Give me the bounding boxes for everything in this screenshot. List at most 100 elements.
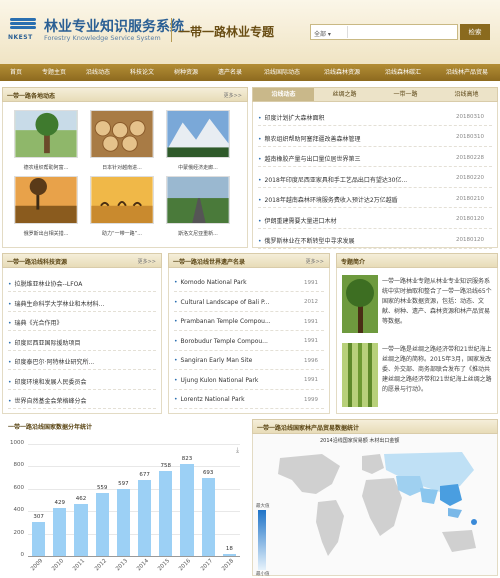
heritage-item[interactable]: • Sangiran Early Man Site: [174, 357, 294, 364]
search-box: 全部 ▾: [310, 24, 458, 40]
news-title[interactable]: 2018年印度尼西亚家具和手工艺品出口有望达30亿...: [265, 177, 408, 184]
news-title[interactable]: 粮农组织帮助阿塞拜疆改善森林管理: [265, 136, 361, 143]
nav-papers[interactable]: 科技论文: [120, 64, 164, 81]
news-title[interactable]: 俄罗斯林业在不断转型中寻求发展: [265, 238, 355, 245]
more-link[interactable]: 更多>>: [138, 258, 156, 265]
nav-topic-home[interactable]: 专题主页: [32, 64, 76, 81]
bar-value-label: 429: [54, 499, 66, 506]
heritage-name[interactable]: Lorentz National Park: [181, 396, 245, 403]
search-scope-select[interactable]: 全部 ▾: [314, 29, 331, 38]
bullet-icon: •: [258, 217, 262, 225]
download-icon[interactable]: ⤓: [236, 446, 239, 455]
heritage-item[interactable]: • Prambanan Temple Compou...: [174, 318, 294, 325]
bullet-icon: •: [8, 339, 12, 347]
more-link[interactable]: 更多>>: [224, 92, 242, 99]
search-input[interactable]: [347, 26, 455, 38]
news-title[interactable]: 伊朗重建需要大量进口木材: [265, 218, 337, 225]
tech-resource-item[interactable]: • 瑞典《光合作用》: [8, 318, 158, 327]
news-photo[interactable]: [90, 110, 154, 158]
nav-heritage[interactable]: 遗产名录: [208, 64, 252, 81]
tech-resource-item[interactable]: • 瑞典生命科学大学林业和木材科...: [8, 299, 158, 308]
bar-2014[interactable]: [138, 480, 152, 556]
news-caption[interactable]: 斯洛文尼亚重新...: [163, 230, 233, 237]
bar-2012[interactable]: [95, 493, 109, 556]
tab-news-item[interactable]: • 俄罗斯林业在不断转型中寻求发展: [258, 236, 448, 245]
row-divider: [174, 388, 324, 390]
news-title[interactable]: 印度计划扩大森林面积: [265, 115, 325, 122]
world-map[interactable]: [262, 446, 492, 574]
resource-title[interactable]: 印度泰巴尔·阿特林业研究所...: [15, 359, 95, 366]
bar-value-label: 559: [96, 485, 108, 492]
y-tick-label: 400: [13, 507, 25, 514]
nav-home[interactable]: 首页: [0, 64, 32, 81]
resource-title[interactable]: 瑞典生命科学大学林业和木材科...: [15, 301, 105, 308]
news-photo[interactable]: [166, 176, 230, 224]
tech-resource-item[interactable]: • 印度环境和发展人民委员会: [8, 377, 158, 386]
row-divider: [174, 349, 324, 351]
news-caption[interactable]: 德农组织帮助阿富...: [11, 164, 81, 171]
heritage-name[interactable]: Borobudur Temple Compou...: [181, 338, 268, 345]
news-title[interactable]: 2018年越南森林环境服务费收入预计达2万亿越盾: [265, 197, 398, 204]
tech-resource-item[interactable]: • 世界自然基金会荣格峰分会: [8, 396, 158, 405]
panel-title: 一带一路沿线科技资源: [7, 259, 68, 266]
bar-2011[interactable]: [74, 504, 88, 556]
news-caption[interactable]: 俄罗斯出台相关措...: [11, 230, 81, 237]
more-link[interactable]: 更多>>: [306, 258, 324, 265]
heritage-name[interactable]: Ujung Kulon National Park: [181, 377, 259, 384]
heritage-name[interactable]: Cultural Landscape of Bali P...: [181, 299, 270, 306]
tab-news-item[interactable]: • 2018年印度尼西亚家具和手工艺品出口有望达30亿...: [258, 175, 448, 184]
map-legend-scale[interactable]: [258, 510, 266, 570]
nav-forest[interactable]: 沿线森林资源: [312, 64, 372, 81]
news-photo[interactable]: [14, 176, 78, 224]
resource-title[interactable]: 印度尼西亚国际援助项目: [15, 340, 81, 347]
resource-title[interactable]: 拉脱维亚林业协会--LFOA: [15, 281, 83, 288]
news-caption[interactable]: 助力“一带一路”...: [87, 230, 157, 237]
resource-title[interactable]: 印度环境和发展人民委员会: [15, 379, 87, 386]
row-divider: [174, 291, 324, 292]
tab-silk-road[interactable]: 丝绸之路: [314, 88, 375, 101]
tab-news-item[interactable]: • 越南橡胶产量与出口量位居世界第三: [258, 154, 448, 163]
heritage-item[interactable]: • Ujung Kulon National Park: [174, 377, 294, 384]
tech-resource-item[interactable]: • 印度泰巴尔·阿特林业研究所...: [8, 357, 158, 366]
heritage-name[interactable]: Prambanan Temple Compou...: [181, 318, 271, 325]
tab-news-item[interactable]: • 2018年越南森林环境服务费收入预计达2万亿越盾: [258, 195, 448, 204]
search-button[interactable]: 检索: [460, 24, 490, 40]
bar-2013[interactable]: [116, 489, 130, 556]
tab-news-item[interactable]: • 印度计划扩大森林面积: [258, 113, 448, 122]
heritage-name[interactable]: Sangiran Early Man Site: [181, 357, 253, 364]
bullet-icon: •: [174, 298, 178, 306]
news-photo[interactable]: [90, 176, 154, 224]
bullet-icon: •: [174, 337, 178, 345]
heritage-item[interactable]: • Cultural Landscape of Bali P...: [174, 299, 294, 306]
resource-title[interactable]: 瑞典《光合作用》: [15, 320, 63, 327]
news-photo[interactable]: [14, 110, 78, 158]
bar-value-label: 677: [139, 472, 150, 479]
news-title[interactable]: 越南橡胶产量与出口量位居世界第三: [265, 156, 361, 163]
bar-2017[interactable]: [201, 478, 215, 556]
news-photo[interactable]: [166, 110, 230, 158]
tab-news-item[interactable]: • 伊朗重建需要大量进口木材: [258, 216, 448, 225]
nav-species[interactable]: 树种资源: [164, 64, 208, 81]
tech-resource-item[interactable]: • 拉脱维亚林业协会--LFOA: [8, 279, 158, 288]
tech-resource-item[interactable]: • 印度尼西亚国际援助项目: [8, 338, 158, 347]
tab-dynamics[interactable]: 沿线动态: [253, 88, 314, 101]
heritage-year: 1991: [304, 377, 318, 383]
tab-news-item[interactable]: • 粮农组织帮助阿塞拜疆改善森林管理: [258, 134, 448, 143]
bar-2016[interactable]: [180, 463, 194, 556]
nav-carbon[interactable]: 沿线森林碳汇: [372, 64, 434, 81]
heritage-item[interactable]: • Komodo National Park: [174, 279, 294, 286]
nav-dynamics[interactable]: 沿线动态: [76, 64, 120, 81]
heritage-name[interactable]: Komodo National Park: [181, 279, 247, 286]
news-caption[interactable]: 中蒙俄经济走廊...: [163, 164, 233, 171]
nav-trade[interactable]: 沿线林产品贸易: [434, 64, 500, 81]
bar-2010[interactable]: [53, 507, 67, 556]
heritage-item[interactable]: • Lorentz National Park: [174, 396, 294, 403]
nav-intl[interactable]: 沿线国际动态: [252, 64, 312, 81]
heritage-item[interactable]: • Borobudur Temple Compou...: [174, 338, 294, 345]
news-caption[interactable]: 日本针对越南进...: [87, 164, 157, 171]
resource-title[interactable]: 世界自然基金会荣格峰分会: [15, 398, 87, 405]
bar-2015[interactable]: [159, 471, 173, 556]
tab-highlands[interactable]: 沿线高地: [436, 88, 497, 101]
tab-belt-road[interactable]: 一带一路: [375, 88, 436, 101]
bar-2009[interactable]: [32, 521, 46, 556]
